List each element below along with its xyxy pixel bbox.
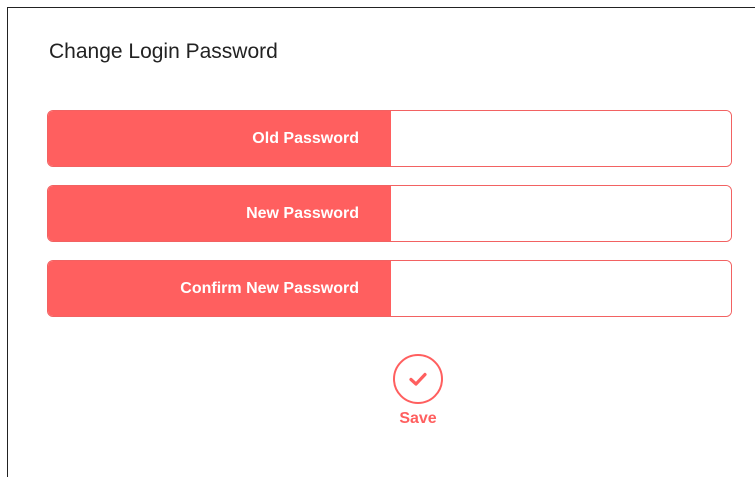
confirm-password-input[interactable] [391, 261, 731, 316]
old-password-row: Old Password [47, 110, 732, 167]
old-password-label: Old Password [48, 111, 391, 166]
old-password-input[interactable] [391, 111, 731, 166]
page-title: Change Login Password [49, 40, 278, 63]
save-button[interactable]: Save [383, 354, 453, 428]
save-label[interactable]: Save [399, 410, 436, 428]
save-circle[interactable] [393, 354, 443, 404]
new-password-row: New Password [47, 185, 732, 242]
confirm-password-label: Confirm New Password [48, 261, 391, 316]
new-password-input[interactable] [391, 186, 731, 241]
new-password-label: New Password [48, 186, 391, 241]
check-icon [409, 372, 427, 386]
confirm-password-row: Confirm New Password [47, 260, 732, 317]
change-password-panel: Change Login Password Old Password New P… [7, 7, 755, 477]
